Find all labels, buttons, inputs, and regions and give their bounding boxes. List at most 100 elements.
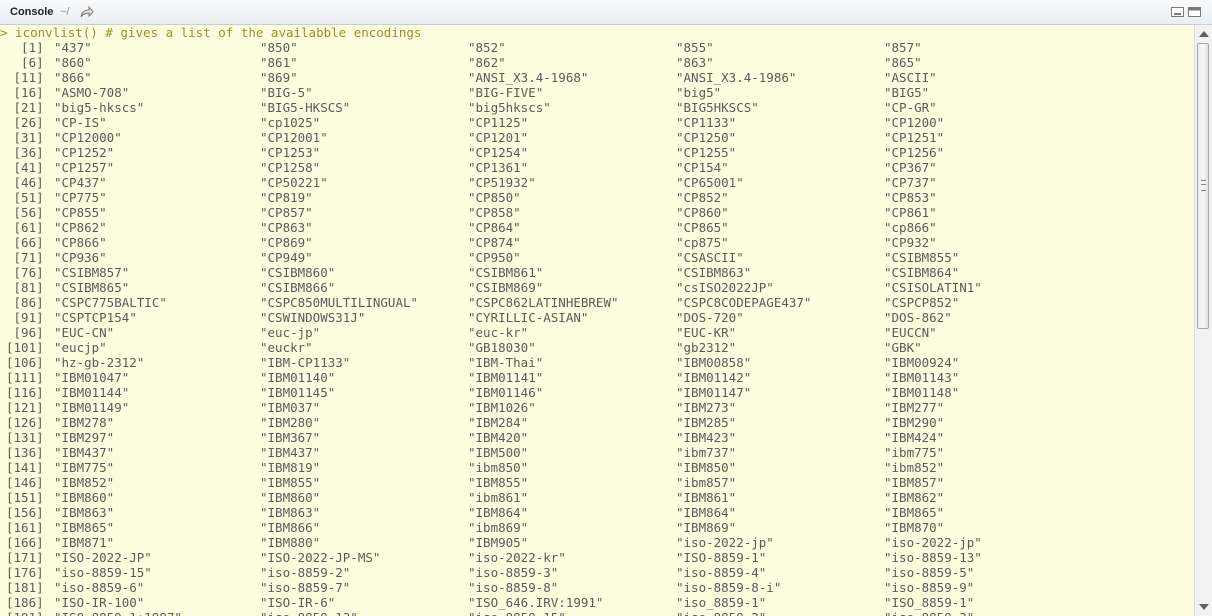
encoding-value: "iso-8859-9" [884,580,975,595]
encoding-value: "IBM852" [54,475,115,490]
encoding-value: "CSIBM860" [260,265,336,280]
row-index: [71] [6,250,44,265]
minimize-pane-icon[interactable] [1171,7,1184,17]
encoding-value: "CP737" [884,175,937,190]
encoding-value: "IBM866" [260,520,321,535]
encoding-value: "hz-gb-2312" [54,355,145,370]
encoding-value: "863" [676,55,714,70]
encoding-value: "ibm737" [676,445,737,460]
encoding-value: "ASCII" [884,70,937,85]
maximize-pane-icon[interactable] [1188,7,1201,17]
encoding-value: "CP819" [260,190,313,205]
encoding-value: "IBM437" [260,445,321,460]
encoding-value: "BIG5HKSCS" [676,100,759,115]
encoding-value: "iso-8859-13" [884,550,982,565]
vertical-scrollbar[interactable] [1194,25,1212,616]
encoding-value: "CP869" [260,235,313,250]
row-index: [171] [6,550,44,565]
encoding-value: "IBM01146" [468,385,544,400]
encoding-value: "ISO-2022-JP-MS" [260,550,381,565]
encoding-value: "IBM277" [884,400,945,415]
encoding-value: "IBM865" [884,505,945,520]
encoding-value: "CP1254" [468,145,529,160]
encoding-value: "IBM01047" [54,370,130,385]
row-index: [61] [6,220,44,235]
encoding-value: "CP862" [54,220,107,235]
encoding-value: "CP858" [468,205,521,220]
encoding-value: "ISO-8859-1" [676,550,767,565]
encoding-value: "CSIBM865" [54,280,130,295]
row-index: [11] [6,70,44,85]
encoding-value: "DOS-720" [676,310,744,325]
scroll-down-icon[interactable] [1199,604,1209,610]
encoding-value: "ANSI_X3.4-1968" [468,70,589,85]
scrollbar-thumb[interactable] [1197,43,1209,329]
encoding-value: "ANSI_X3.4-1986" [676,70,797,85]
encoding-value: "IBM863" [54,505,115,520]
encoding-value: "GBK" [884,340,922,355]
encoding-value: "CP863" [260,220,313,235]
encoding-value: "CP12000" [54,130,122,145]
encoding-value: "IBM863" [260,505,321,520]
encoding-value: "ASMO-708" [54,85,130,100]
encoding-value: "IBM865" [54,520,115,535]
row-index: [101] [6,340,44,355]
encoding-value: "IBM01149" [54,400,130,415]
encoding-value: "CP853" [884,190,937,205]
encoding-value: "CP1133" [676,115,737,130]
encoding-value: "euc-jp" [260,325,321,340]
encoding-value: "CSIBM869" [468,280,544,295]
encoding-value: "861" [260,55,298,70]
encoding-value: "866" [54,70,92,85]
encoding-value: "CSPCP852" [884,295,960,310]
encoding-value: "CP864" [468,220,521,235]
encoding-value: "CSIBM855" [884,250,960,265]
encoding-value: "CSPC850MULTILINGUAL" [260,295,419,310]
encoding-value: "CSPC8CODEPAGE437" [676,295,812,310]
encoding-value: "CP855" [54,205,107,220]
encoding-value: "CP1252" [54,145,115,160]
encoding-value: "IBM00858" [676,355,752,370]
encoding-value: "865" [884,55,922,70]
encoding-value: "EUC-KR" [676,325,737,340]
encoding-value: "CP860" [676,205,729,220]
encoding-value: "iso-8859-5" [884,565,975,580]
encoding-value: "iso-2022-kr" [468,550,566,565]
encoding-value: "ISO-IR-100" [54,595,145,610]
encoding-value: "CP12001" [260,130,328,145]
encoding-value: "862" [468,55,506,70]
encoding-value: "ibm857" [676,475,737,490]
console-tab-title[interactable]: Console [10,6,53,18]
encoding-value: "IBM860" [260,490,321,505]
encoding-value: "IBM01142" [676,370,752,385]
encoding-value: "IBM423" [676,430,737,445]
encoding-value: "BIG-5" [260,85,313,100]
row-index: [166] [6,535,44,550]
encoding-value: "CSIBM861" [468,265,544,280]
encoding-value: "CP866" [54,235,107,250]
encoding-value: "iso_8859-2" [676,610,766,616]
row-index: [111] [6,370,44,385]
encoding-value: "ibm850" [468,460,529,475]
encoding-value: "cp875" [676,235,729,250]
encoding-value: "CP861" [884,205,937,220]
encoding-value: "CP874" [468,235,521,250]
encoding-value: "CP950" [468,250,521,265]
row-index: [96] [6,325,44,340]
encoding-value: "IBM01148" [884,385,960,400]
row-index: [136] [6,445,44,460]
goto-directory-icon[interactable] [80,6,94,18]
row-index: [186] [6,595,44,610]
encoding-value: "DOS-862" [884,310,952,325]
encoding-value: "iso_8859-13" [260,610,358,616]
encoding-value: "ISO-2022-JP" [54,550,152,565]
scroll-up-icon[interactable] [1199,31,1209,37]
encoding-value: "ISO_646.IRV:1991" [468,595,604,610]
encoding-value: "CP949" [260,250,313,265]
encoding-value: "CP1200" [884,115,945,130]
encoding-value: "CP1361" [468,160,529,175]
encoding-value: "IBM855" [468,475,529,490]
encoding-value: "IBM850" [676,460,737,475]
console-output[interactable]: > iconvlist() # gives a list of the avai… [0,25,1194,616]
encoding-value: "IBM857" [884,475,945,490]
